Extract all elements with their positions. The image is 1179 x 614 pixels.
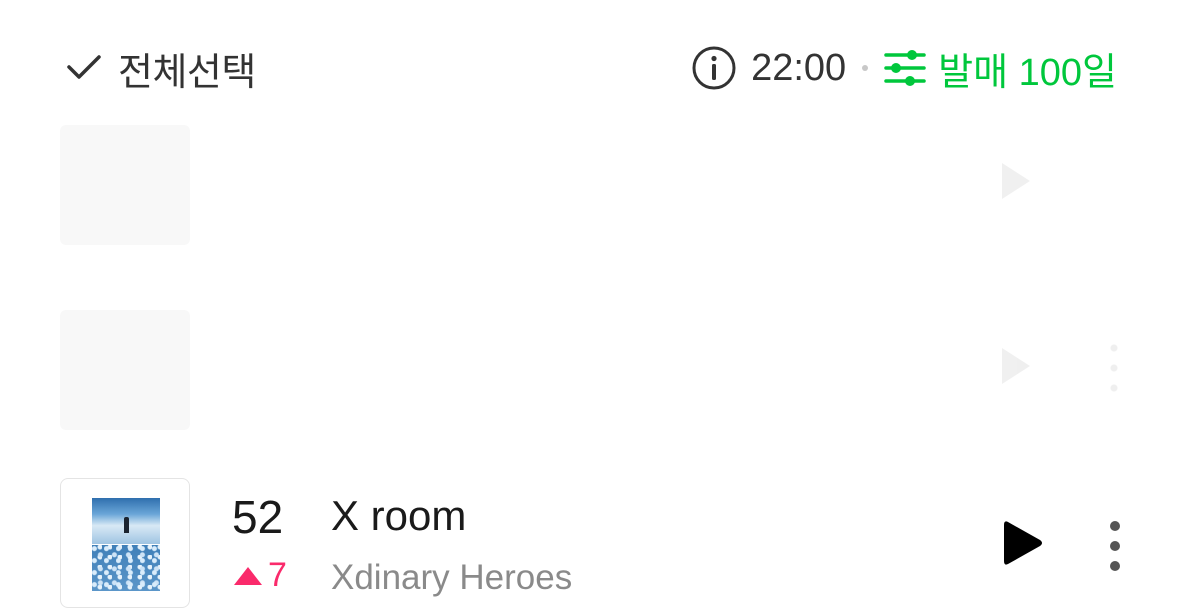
- select-all-button[interactable]: 전체선택: [66, 42, 256, 94]
- song-title[interactable]: X room: [331, 492, 466, 540]
- triangle-up-icon: [234, 566, 262, 585]
- faded-list-item: [60, 310, 1120, 430]
- chart-time: 22:00: [751, 46, 847, 89]
- select-all-label: 전체선택: [118, 49, 256, 94]
- rank-change-value: 7: [268, 556, 287, 594]
- play-icon: [1004, 521, 1042, 565]
- rank-change: 7: [234, 556, 287, 595]
- album-cover: [60, 310, 190, 430]
- more-vertical-icon: [1110, 338, 1118, 398]
- info-icon[interactable]: [691, 45, 737, 91]
- rank-number: 52: [232, 491, 284, 543]
- check-icon: [66, 54, 102, 82]
- release-filter-button[interactable]: 발매 100일: [884, 41, 1117, 96]
- play-icon: [1002, 348, 1030, 384]
- play-button[interactable]: [1000, 518, 1044, 568]
- album-cover[interactable]: [60, 478, 190, 608]
- chart-tools: 22:00 발매 100일: [691, 40, 1117, 96]
- sliders-icon: [884, 48, 926, 88]
- list-item[interactable]: 52 7 X room Xdinary Heroes: [60, 478, 1120, 608]
- more-button[interactable]: [1100, 518, 1130, 574]
- album-cover: [60, 125, 190, 245]
- chart-header: 전체선택 22:00 발매 100일: [0, 0, 1179, 125]
- play-icon: [1002, 163, 1030, 199]
- artist-name[interactable]: Xdinary Heroes: [331, 558, 572, 598]
- separator-dot: [862, 65, 869, 71]
- release-filter-label: 발매 100일: [938, 51, 1117, 94]
- faded-list-item: [60, 125, 1120, 245]
- more-vertical-icon: [1110, 521, 1120, 571]
